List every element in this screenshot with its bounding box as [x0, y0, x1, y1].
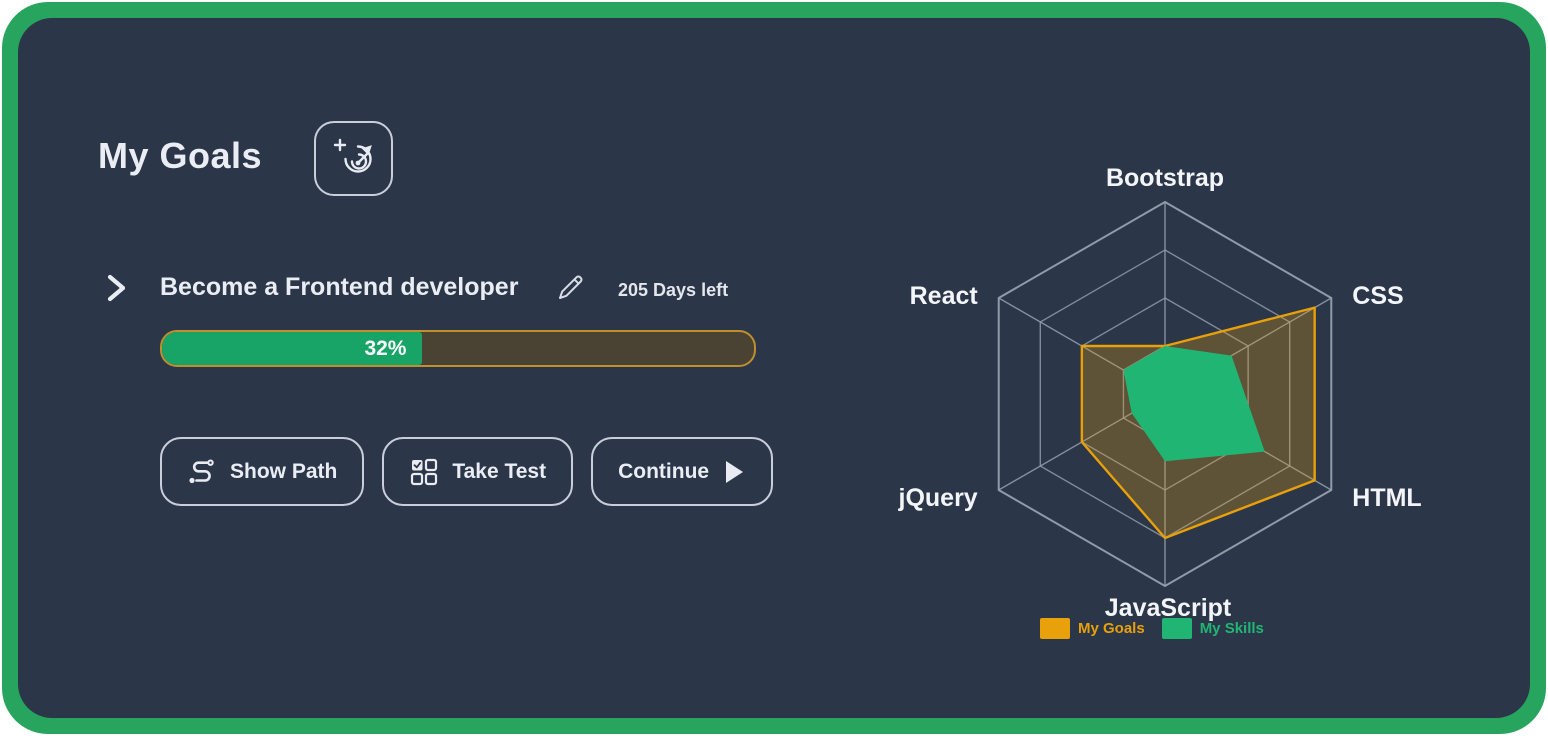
- take-test-label: Take Test: [452, 460, 546, 484]
- radar-axis-label-react: React: [910, 282, 979, 310]
- continue-button[interactable]: Continue: [591, 437, 773, 506]
- page-title: My Goals: [98, 135, 262, 177]
- my-skills-legend-label: My Skills: [1200, 620, 1264, 637]
- legend-item-my-goals[interactable]: My Goals: [1040, 618, 1145, 639]
- legend-item-my-skills[interactable]: My Skills: [1162, 618, 1264, 639]
- goal-progress-label: 32%: [364, 337, 422, 361]
- checklist-grid-icon: [409, 457, 439, 487]
- card-frame: My Goals: [2, 2, 1546, 734]
- goal-title: Become a Frontend developer: [160, 273, 518, 302]
- target-plus-icon: [331, 136, 377, 182]
- radar-axis-label-jquery: jQuery: [898, 484, 978, 512]
- my-goals-widget: My Goals: [0, 0, 1548, 736]
- radar-axis-label-html: HTML: [1352, 484, 1421, 512]
- show-path-button[interactable]: Show Path: [160, 437, 364, 506]
- radar-chart: BootstrapCSSHTMLJavaScriptjQueryReact: [878, 143, 1458, 623]
- take-test-button[interactable]: Take Test: [382, 437, 573, 506]
- my-goals-swatch: [1040, 618, 1070, 639]
- edit-goal-button[interactable]: [554, 272, 586, 304]
- play-icon: [722, 458, 746, 486]
- goal-row: Become a Frontend developer 205 Days lef…: [104, 270, 754, 310]
- goal-progress-bar: 32%: [160, 330, 756, 367]
- chart-legend: My Goals My Skills: [1040, 618, 1264, 639]
- goal-actions: Show Path Take Test Continue: [160, 437, 773, 506]
- radar-axis-label-bootstrap: Bootstrap: [1106, 164, 1224, 192]
- pencil-icon: [554, 272, 586, 304]
- days-left-label: 205 Days left: [618, 280, 728, 301]
- expand-goal-chevron[interactable]: [104, 273, 128, 303]
- goals-card: My Goals: [18, 18, 1530, 718]
- my-skills-swatch: [1162, 618, 1192, 639]
- chevron-right-icon: [104, 273, 128, 303]
- goal-progress-fill: 32%: [162, 332, 422, 365]
- my-goals-legend-label: My Goals: [1078, 620, 1145, 637]
- show-path-label: Show Path: [230, 460, 337, 484]
- add-goal-button[interactable]: [314, 121, 393, 196]
- radar-axis-label-css: CSS: [1352, 282, 1403, 310]
- route-path-icon: [187, 458, 217, 486]
- continue-label: Continue: [618, 460, 709, 484]
